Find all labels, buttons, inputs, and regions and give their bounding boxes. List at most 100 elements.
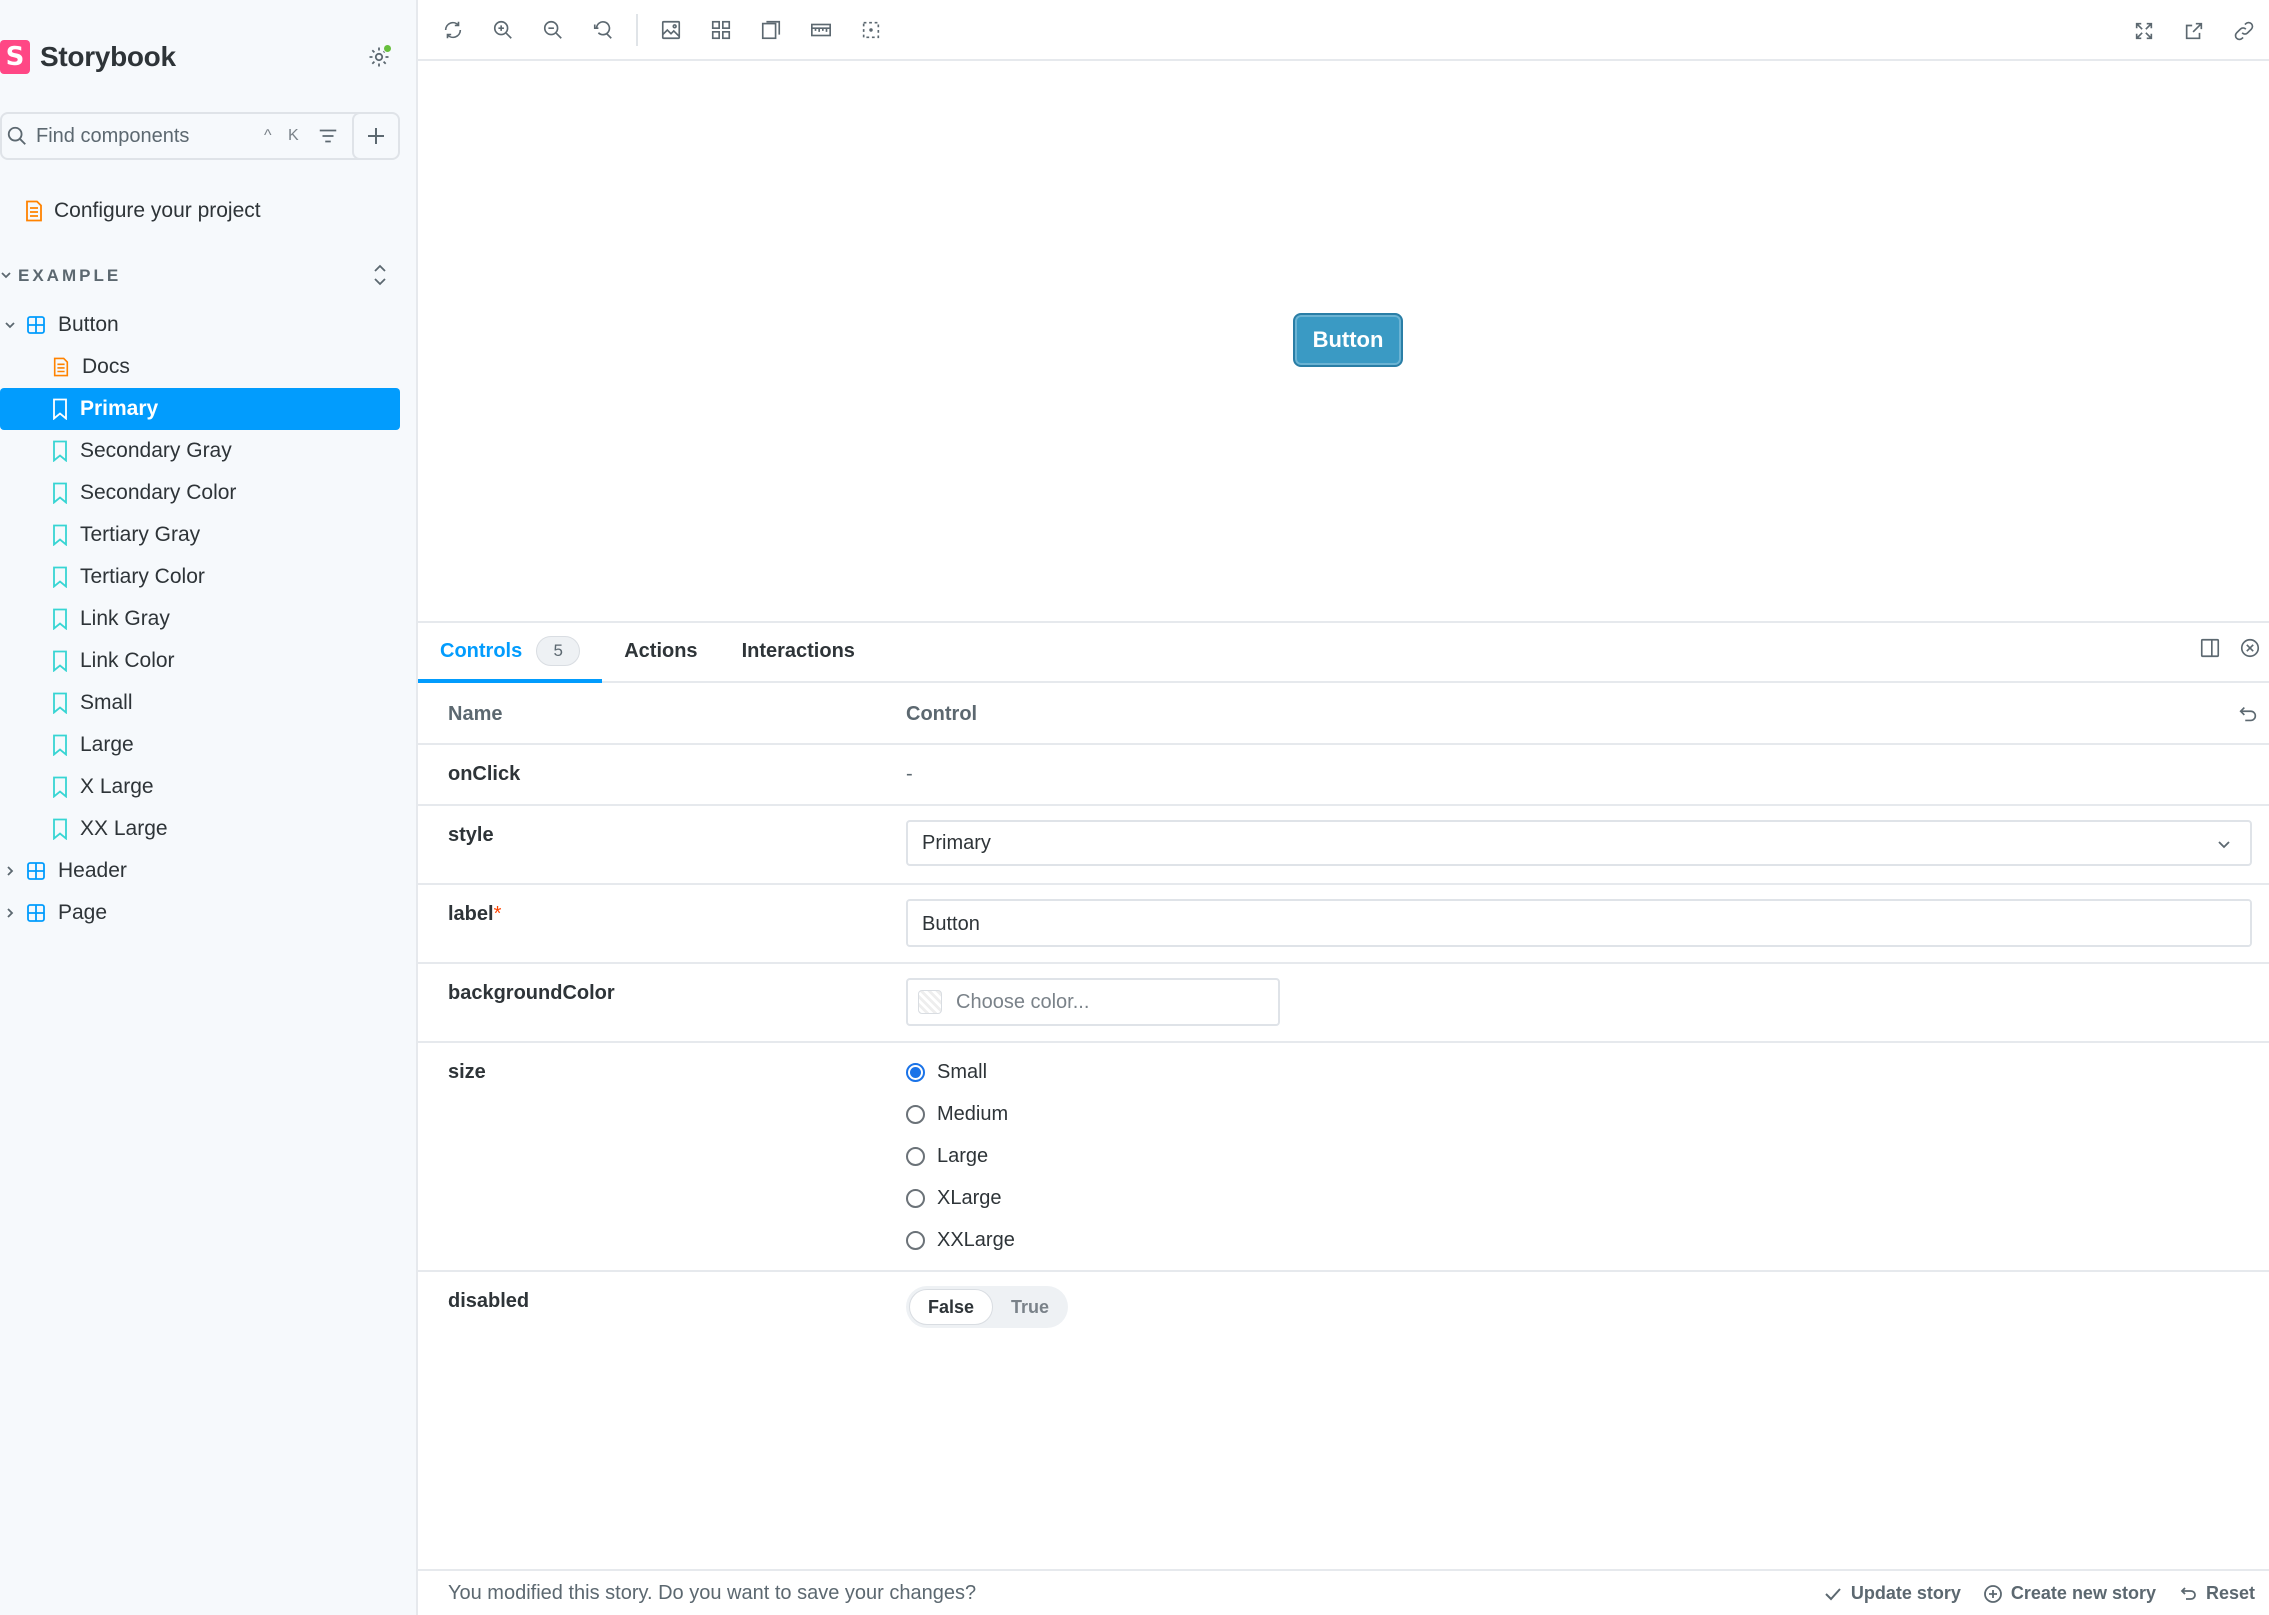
- sidebar-component-page[interactable]: Page: [0, 892, 400, 934]
- bookmark-icon: [52, 566, 68, 588]
- expand-collapse-icon[interactable]: [370, 262, 390, 293]
- sidebar-component-header[interactable]: Header: [0, 850, 400, 892]
- viewport-button[interactable]: [746, 5, 796, 55]
- color-picker[interactable]: Choose color...: [906, 978, 1280, 1026]
- open-new-tab-button[interactable]: [2169, 6, 2219, 56]
- zoom-in-button[interactable]: [478, 5, 528, 55]
- table-row-disabled: disabled False True: [418, 1272, 2269, 1356]
- bookmark-icon: [52, 398, 68, 420]
- storybook-app: S Storybook ^ K Configure your project E…: [0, 0, 2269, 1615]
- close-panel-icon[interactable]: [2239, 637, 2261, 664]
- table-row-style: style Primary: [418, 806, 2269, 885]
- disabled-toggle[interactable]: False True: [906, 1286, 1068, 1328]
- radio-button[interactable]: [906, 1062, 925, 1082]
- reset-controls-icon[interactable]: [2237, 703, 2259, 730]
- panel-orientation-icon[interactable]: [2199, 637, 2221, 664]
- sidebar-item-label: Button: [58, 313, 119, 336]
- size-option-medium[interactable]: Medium: [906, 1093, 1015, 1135]
- tab-interactions[interactable]: Interactions: [720, 621, 877, 681]
- sidebar-component-button[interactable]: Button: [0, 304, 400, 346]
- remount-button[interactable]: [428, 5, 478, 55]
- radio-label: XLarge: [937, 1186, 1002, 1209]
- add-button[interactable]: [352, 112, 400, 160]
- copy-link-button[interactable]: [2219, 6, 2269, 56]
- bookmark-icon: [52, 440, 68, 462]
- main-area: Button Controls 5 Actions Interactions N…: [418, 0, 2269, 1615]
- outline-button[interactable]: [846, 5, 896, 55]
- size-option-large[interactable]: Large: [906, 1135, 1015, 1177]
- radio-button[interactable]: [906, 1230, 925, 1250]
- style-select-value: Primary: [922, 831, 991, 854]
- tab-actions[interactable]: Actions: [602, 621, 719, 681]
- sidebar-item-label: Small: [80, 691, 133, 714]
- size-option-xxlarge[interactable]: XXLarge: [906, 1219, 1015, 1261]
- search-icon: [7, 126, 26, 145]
- sidebar-story-tertiary-gray[interactable]: Tertiary Gray: [0, 514, 400, 556]
- radio-button[interactable]: [906, 1146, 925, 1166]
- table-row-size: size Small Medium Large XLarge XXLarge: [418, 1043, 2269, 1272]
- reset-button[interactable]: Reset: [2178, 1583, 2255, 1604]
- panel-tabs: Controls 5 Actions Interactions: [418, 623, 2269, 683]
- sidebar-story-tertiary-color[interactable]: Tertiary Color: [0, 556, 400, 598]
- controls-count-badge: 5: [536, 636, 581, 666]
- row-name: style: [448, 824, 494, 846]
- storybook-logo-icon: S: [0, 40, 30, 74]
- brand[interactable]: S Storybook: [0, 36, 176, 78]
- table-row-label: label* Button: [418, 885, 2269, 964]
- preview-button[interactable]: Button: [1293, 313, 1403, 367]
- style-select[interactable]: Primary: [906, 820, 2252, 866]
- update-story-button[interactable]: Update story: [1823, 1583, 1961, 1604]
- configure-label: Configure your project: [54, 199, 261, 222]
- grid-icon: [711, 20, 731, 39]
- bookmark-icon: [52, 776, 68, 798]
- sidebar-story-x-large[interactable]: X Large: [0, 766, 400, 808]
- tab-controls[interactable]: Controls 5: [418, 621, 603, 683]
- chevron-down-icon: [2, 319, 18, 331]
- row-value: -: [906, 763, 913, 785]
- search-input[interactable]: [36, 124, 256, 148]
- configure-project-link[interactable]: Configure your project: [0, 190, 400, 232]
- toggle-false[interactable]: False: [909, 1289, 994, 1325]
- browser-icon: [761, 20, 781, 39]
- filter-icon[interactable]: [317, 125, 339, 147]
- radio-button[interactable]: [906, 1188, 925, 1208]
- sidebar-story-link-gray[interactable]: Link Gray: [0, 598, 400, 640]
- zoom-out-button[interactable]: [528, 5, 578, 55]
- radio-button[interactable]: [906, 1104, 925, 1124]
- sidebar-story-docs[interactable]: Docs: [0, 346, 400, 388]
- measure-button[interactable]: [796, 5, 846, 55]
- label-textarea[interactable]: Button: [906, 899, 2252, 947]
- sidebar-story-link-color[interactable]: Link Color: [0, 640, 400, 682]
- size-option-xlarge[interactable]: XLarge: [906, 1177, 1015, 1219]
- grid-button[interactable]: [696, 5, 746, 55]
- undo-icon: [2180, 1586, 2196, 1600]
- fullscreen-button[interactable]: [2119, 6, 2169, 56]
- sidebar-story-secondary-color[interactable]: Secondary Color: [0, 472, 400, 514]
- sidebar-story-large[interactable]: Large: [0, 724, 400, 766]
- radio-label: XXLarge: [937, 1228, 1015, 1251]
- zoom-out-icon: [543, 20, 562, 39]
- sidebar-story-small[interactable]: Small: [0, 682, 400, 724]
- background-button[interactable]: [646, 5, 696, 55]
- chevron-down-icon: [2216, 835, 2232, 858]
- zoom-in-icon: [493, 20, 512, 39]
- sidebar-story-xx-large[interactable]: XX Large: [0, 808, 400, 850]
- header-name: Name: [448, 703, 503, 725]
- label-name-text: label: [448, 903, 494, 925]
- toggle-true[interactable]: True: [993, 1289, 1067, 1325]
- bookmark-icon: [52, 608, 68, 630]
- color-swatch[interactable]: [918, 990, 942, 1014]
- sidebar-story-primary[interactable]: Primary: [0, 388, 400, 430]
- zoom-reset-button[interactable]: [578, 5, 628, 55]
- sidebar-story-secondary-gray[interactable]: Secondary Gray: [0, 430, 400, 472]
- share-alt-icon: [2185, 22, 2203, 40]
- header-control: Control: [906, 703, 978, 725]
- sidebar-item-label: Link Color: [80, 649, 175, 672]
- section-example[interactable]: EXAMPLE: [0, 258, 400, 294]
- size-option-small[interactable]: Small: [906, 1051, 1015, 1093]
- settings-button[interactable]: [364, 42, 394, 72]
- create-story-button[interactable]: Create new story: [1983, 1583, 2156, 1604]
- search-box[interactable]: ^ K: [0, 112, 382, 160]
- sync-icon: [444, 21, 462, 38]
- panel-actions: [2199, 637, 2261, 664]
